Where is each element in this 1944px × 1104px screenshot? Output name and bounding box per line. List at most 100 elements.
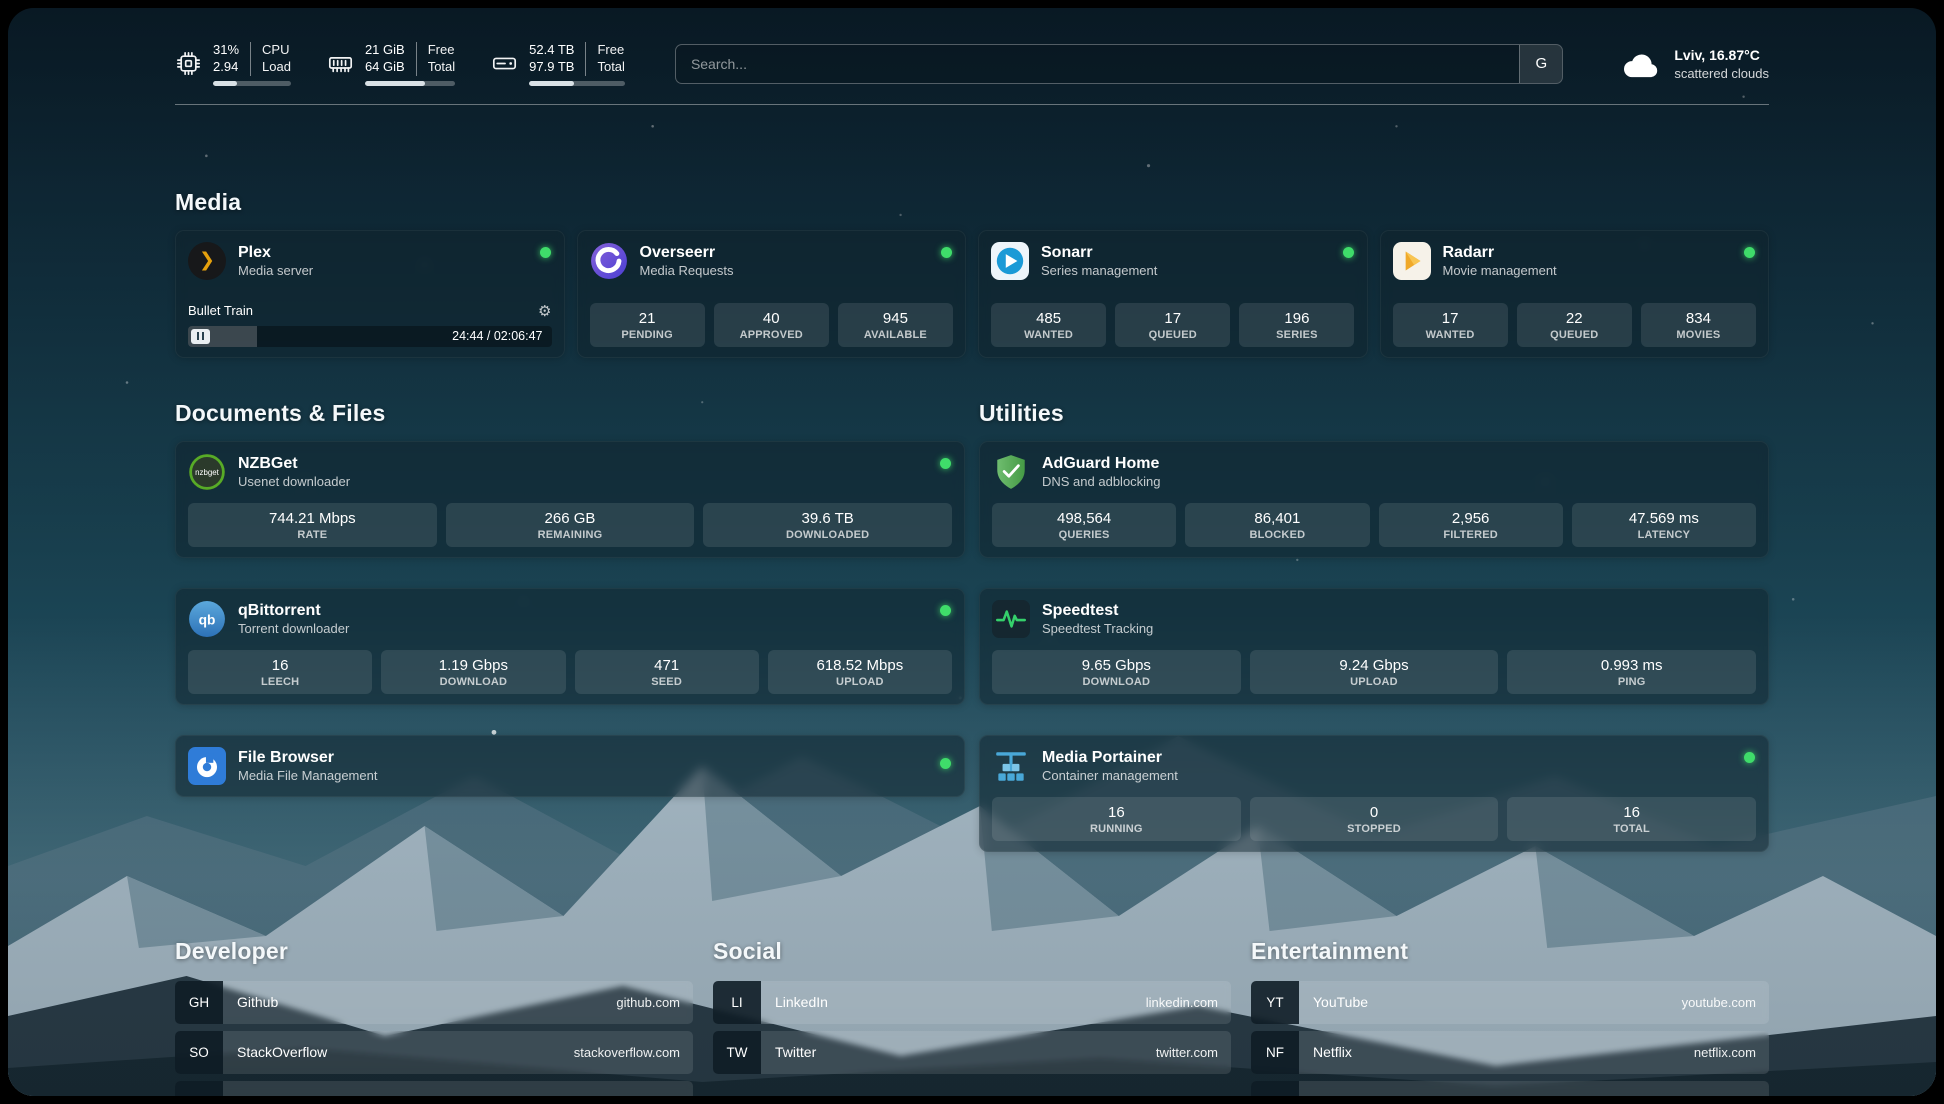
status-dot: [1744, 247, 1755, 258]
bookmark-abbr: RE: [1251, 1081, 1299, 1096]
bookmark-url: youtube.com: [1682, 995, 1756, 1010]
bookmark-name: Twitter: [775, 1044, 1156, 1060]
section-heading-utilities: Utilities: [979, 400, 1769, 427]
playback-progress-bar[interactable]: 24:44 / 02:06:47: [188, 326, 552, 347]
status-dot: [940, 458, 951, 469]
service-card-adguard[interactable]: AdGuard Home DNS and adblocking 498,564Q…: [979, 441, 1769, 558]
bookmark-reddit[interactable]: RE Reddit reddit.com: [1251, 1081, 1769, 1096]
cpu-load-label: Load: [262, 59, 291, 76]
memory-total-label: Total: [428, 59, 455, 76]
plex-now-playing: Bullet Train ⚙ 24:44 / 02:06:47: [188, 302, 552, 347]
filebrowser-icon: [188, 747, 226, 785]
dashboard-screen: 31% 2.94 CPU Load: [8, 8, 1936, 1096]
service-card-speedtest[interactable]: Speedtest Speedtest Tracking 9.65 GbpsDO…: [979, 588, 1769, 705]
topbar-divider: [175, 104, 1769, 105]
service-stats: 744.21 MbpsRATE 266 GBREMAINING 39.6 TBD…: [188, 503, 952, 547]
bookmark-github[interactable]: GH Github github.com: [175, 981, 693, 1024]
sonarr-icon: [991, 242, 1029, 280]
bookmark-twitter[interactable]: TW Twitter twitter.com: [713, 1031, 1231, 1074]
svg-text:qb: qb: [199, 612, 216, 627]
disk-free-value: 52.4 TB: [529, 42, 574, 59]
disk-total-value: 97.9 TB: [529, 59, 574, 76]
service-stats: 21PENDING 40APPROVED 945AVAILABLE: [590, 303, 954, 347]
service-card-sonarr[interactable]: Sonarr Series management 485WANTED 17QUE…: [978, 230, 1368, 358]
service-stats: 16RUNNING 0STOPPED 16TOTAL: [992, 797, 1756, 841]
bookmark-group-developer: Developer GH Github github.com SO StackO…: [175, 938, 693, 1096]
service-name: Plex: [238, 243, 313, 263]
overseerr-icon: [590, 242, 628, 280]
cpu-usage-value: 31%: [213, 42, 239, 59]
service-subtitle: Series management: [1041, 263, 1157, 279]
status-dot: [1343, 247, 1354, 258]
bookmark-youtube[interactable]: YT YouTube youtube.com: [1251, 981, 1769, 1024]
bookmark-abbr: GH: [175, 981, 223, 1024]
service-stats: 498,564QUERIES 86,401BLOCKED 2,956FILTER…: [992, 503, 1756, 547]
pause-icon[interactable]: [191, 329, 210, 344]
bookmark-abbr: SO: [175, 1031, 223, 1074]
adguard-icon: [992, 453, 1030, 491]
status-dot: [540, 247, 551, 258]
memory-total-value: 64 GiB: [365, 59, 405, 76]
search-bar: G: [675, 44, 1563, 84]
bookmark-url: netflix.com: [1694, 1045, 1756, 1060]
playback-time: 24:44 / 02:06:47: [452, 326, 542, 347]
bookmark-name: LinkedIn: [775, 994, 1146, 1010]
settings-icon[interactable]: ⚙: [538, 302, 551, 320]
service-subtitle: Media Requests: [640, 263, 734, 279]
search-provider-button[interactable]: G: [1519, 45, 1562, 83]
bookmark-name: DEV: [237, 1094, 646, 1096]
disk-progress-track: [529, 81, 625, 86]
status-dot: [1744, 752, 1755, 763]
svg-text:nzbget: nzbget: [195, 468, 220, 477]
bookmark-abbr: TW: [713, 1031, 761, 1074]
cpu-icon: [175, 50, 202, 77]
cpu-label: CPU: [262, 42, 291, 59]
bookmark-abbr: NF: [1251, 1031, 1299, 1074]
bookmark-netflix[interactable]: NF Netflix netflix.com: [1251, 1031, 1769, 1074]
bookmark-abbr: DT: [175, 1081, 223, 1096]
search-input[interactable]: [675, 44, 1563, 84]
service-subtitle: DNS and adblocking: [1042, 474, 1161, 490]
service-name: Radarr: [1443, 243, 1557, 263]
memory-icon: [327, 50, 354, 77]
service-card-overseerr[interactable]: Overseerr Media Requests 21PENDING 40APP…: [577, 230, 967, 358]
media-card-grid: ❯ Plex Media server Bullet Train ⚙: [175, 230, 1769, 358]
bookmark-linkedin[interactable]: LI LinkedIn linkedin.com: [713, 981, 1231, 1024]
service-card-portainer[interactable]: Media Portainer Container management 16R…: [979, 735, 1769, 852]
service-subtitle: Usenet downloader: [238, 474, 350, 490]
disk-free-label: Free: [597, 42, 624, 59]
memory-free-label: Free: [428, 42, 455, 59]
top-bar: 31% 2.94 CPU Load: [175, 42, 1769, 86]
service-name: Overseerr: [640, 243, 734, 263]
bookmark-dev[interactable]: DT DEV dev.to: [175, 1081, 693, 1096]
service-stats: 9.65 GbpsDOWNLOAD 9.24 GbpsUPLOAD 0.993 …: [992, 650, 1756, 694]
service-card-radarr[interactable]: Radarr Movie management 17WANTED 22QUEUE…: [1380, 230, 1770, 358]
service-stats: 17WANTED 22QUEUED 834MOVIES: [1393, 303, 1757, 347]
bookmark-url: linkedin.com: [1146, 995, 1218, 1010]
system-widgets: 31% 2.94 CPU Load: [175, 42, 625, 86]
bookmark-url: stackoverflow.com: [574, 1045, 680, 1060]
section-heading-media: Media: [175, 189, 1769, 216]
cpu-progress-track: [213, 81, 291, 86]
bookmark-stackoverflow[interactable]: SO StackOverflow stackoverflow.com: [175, 1031, 693, 1074]
weather-condition: scattered clouds: [1674, 65, 1769, 83]
plex-icon: ❯: [188, 242, 226, 280]
disk-total-label: Total: [597, 59, 624, 76]
service-name: File Browser: [238, 748, 377, 768]
cpu-progress-fill: [213, 81, 237, 86]
disk-progress-fill: [529, 81, 574, 86]
service-card-qbittorrent[interactable]: qb qBittorrent Torrent downloader 16LEEC…: [175, 588, 965, 705]
service-card-plex[interactable]: ❯ Plex Media server Bullet Train ⚙: [175, 230, 565, 358]
memory-free-value: 21 GiB: [365, 42, 405, 59]
service-subtitle: Movie management: [1443, 263, 1557, 279]
qbittorrent-icon: qb: [188, 600, 226, 638]
service-card-nzbget[interactable]: nzbget NZBGet Usenet downloader 744.21 M…: [175, 441, 965, 558]
service-subtitle: Torrent downloader: [238, 621, 349, 637]
service-card-filebrowser[interactable]: File Browser Media File Management: [175, 735, 965, 797]
service-subtitle: Media server: [238, 263, 313, 279]
bookmark-name: Netflix: [1313, 1044, 1694, 1060]
utilities-column: Utilities AdGuard: [979, 400, 1769, 852]
disk-widget: 52.4 TB 97.9 TB Free Total: [491, 42, 625, 86]
bookmark-group-social: Social LI LinkedIn linkedin.com TW Twitt…: [713, 938, 1231, 1096]
service-stats: 16LEECH 1.19 GbpsDOWNLOAD 471SEED 618.52…: [188, 650, 952, 694]
